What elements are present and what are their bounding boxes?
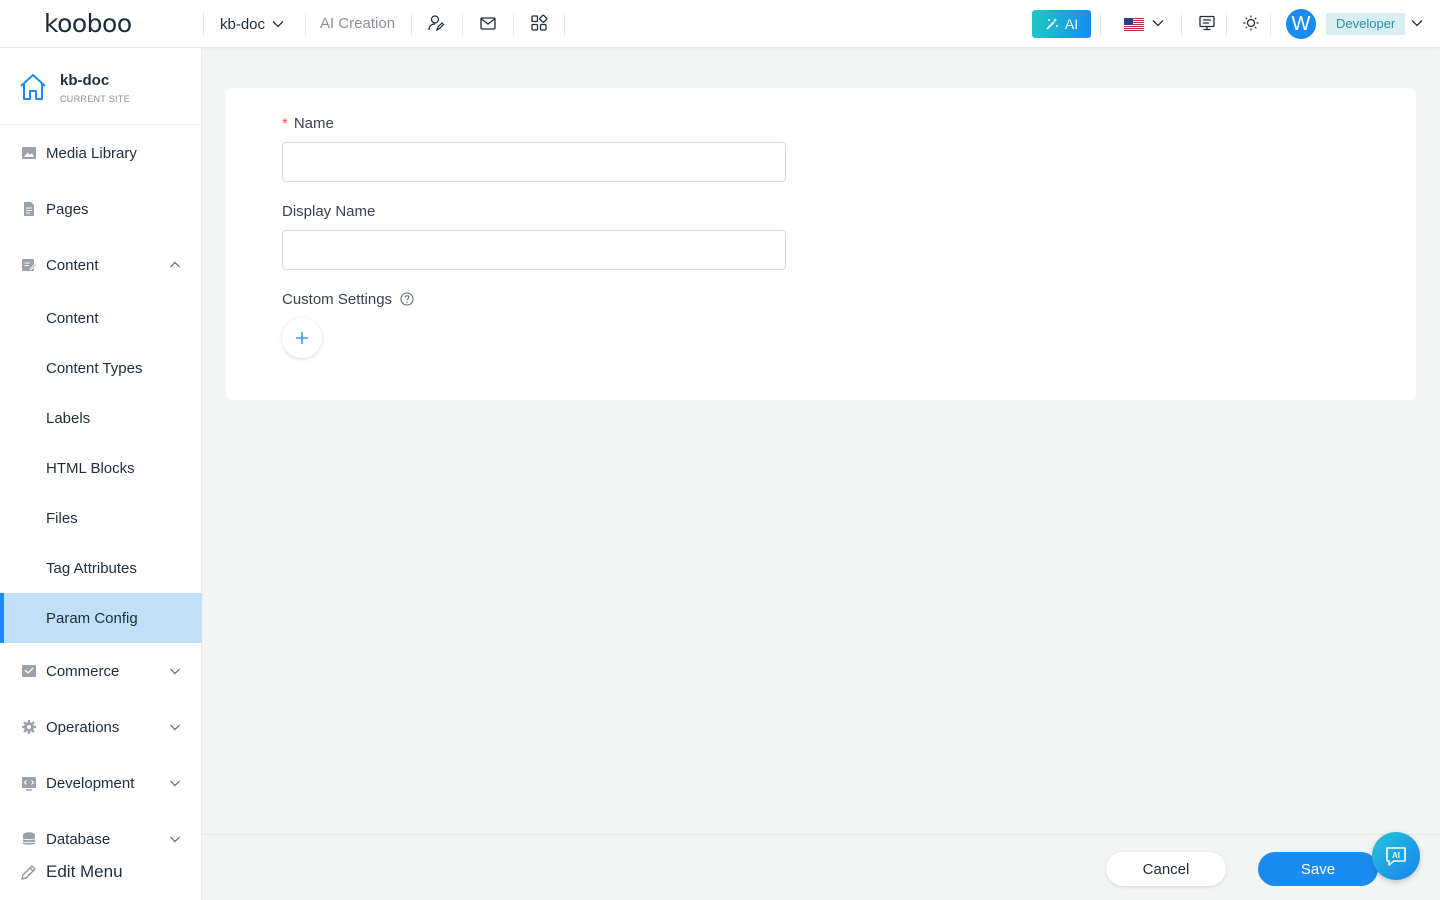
divider: [513, 14, 514, 36]
code-icon: [22, 777, 36, 791]
kooboo-logo[interactable]: kooboo: [44, 10, 132, 38]
sidebar-item-label: Media Library: [46, 144, 137, 162]
ai-button-label: AI: [1064, 16, 1079, 32]
sidebar-item-development[interactable]: Development: [0, 758, 202, 808]
sidebar-subitem-param-config[interactable]: Param Config: [0, 593, 202, 643]
site-subtitle: CURRENT SITE: [60, 94, 130, 104]
add-custom-setting-button[interactable]: [282, 318, 322, 358]
image-icon: [22, 147, 36, 159]
site-selector-label: kb-doc: [220, 15, 266, 33]
divider: [411, 14, 412, 36]
ai-assistant-chat-button[interactable]: AI: [1372, 832, 1420, 880]
divider: [305, 14, 306, 36]
name-input[interactable]: [282, 142, 786, 182]
gear-icon: [22, 720, 36, 734]
chevron-down-icon: [170, 836, 180, 843]
divider: [1270, 14, 1271, 36]
sidebar-subitem-files[interactable]: Files: [0, 493, 202, 543]
sidebar-subitem-content[interactable]: Content: [0, 293, 202, 343]
sidebar-item-label: Content: [46, 256, 99, 274]
magic-wand-icon: [1046, 18, 1058, 30]
edit-menu-button[interactable]: Edit Menu: [0, 856, 202, 888]
divider: [1100, 14, 1101, 36]
sidebar-item-label: Files: [46, 509, 78, 527]
sidebar-subitem-tag-attributes[interactable]: Tag Attributes: [0, 543, 202, 593]
role-badge[interactable]: Developer: [1326, 13, 1406, 35]
language-chevron-down-icon[interactable]: [1147, 12, 1169, 34]
display-name-input[interactable]: [282, 230, 786, 270]
param-config-form: * Name Display Name Custom Settings: [226, 88, 1416, 400]
svg-text:AI: AI: [1392, 851, 1400, 860]
chevron-down-icon: [170, 668, 180, 675]
sidebar-subitem-content-types[interactable]: Content Types: [0, 343, 202, 393]
apps-grid-icon[interactable]: [528, 12, 550, 34]
sidebar-item-operations[interactable]: Operations: [0, 702, 202, 752]
commerce-icon: [22, 665, 36, 677]
required-mark: *: [282, 115, 288, 132]
divider: [564, 14, 565, 36]
name-label: * Name: [282, 115, 334, 132]
cancel-button[interactable]: Cancel: [1106, 852, 1226, 886]
user-edit-icon[interactable]: [425, 12, 447, 34]
current-site[interactable]: kb-doc CURRENT SITE: [0, 48, 202, 125]
top-bar: kooboo kb-doc AI Creation AI W Developer: [0, 0, 1440, 48]
chevron-down-icon: [170, 724, 180, 731]
divider: [1226, 14, 1227, 36]
sidebar-item-label: Development: [46, 774, 135, 792]
sidebar-item-label: Pages: [46, 200, 89, 218]
sun-icon[interactable]: [1240, 12, 1262, 34]
sidebar-item-label: Tag Attributes: [46, 559, 137, 577]
sidebar-item-commerce[interactable]: Commerce: [0, 646, 202, 696]
content-icon: [22, 259, 37, 271]
mail-icon[interactable]: [477, 12, 499, 34]
sidebar-subitem-html-blocks[interactable]: HTML Blocks: [0, 443, 202, 493]
ai-chat-icon: AI: [1386, 847, 1406, 866]
help-icon[interactable]: [400, 292, 414, 306]
sidebar-item-label: HTML Blocks: [46, 459, 135, 477]
sidebar-item-label: Operations: [46, 718, 120, 736]
ai-button[interactable]: AI: [1032, 10, 1091, 38]
page-icon: [24, 202, 34, 216]
sidebar-item-label: Database: [46, 830, 111, 848]
pencil-icon: [21, 864, 36, 880]
sidebar-subitem-labels[interactable]: Labels: [0, 393, 202, 443]
sidebar-item-pages[interactable]: Pages: [0, 184, 202, 234]
sidebar-item-media-library[interactable]: Media Library: [0, 128, 202, 178]
edit-menu-label: Edit Menu: [46, 862, 123, 881]
site-selector[interactable]: kb-doc: [203, 12, 285, 36]
plus-icon: [296, 332, 308, 344]
divider: [1181, 14, 1182, 36]
database-icon: [22, 832, 36, 845]
site-name: kb-doc: [60, 72, 110, 89]
display-name-label: Display Name: [282, 203, 376, 220]
chevron-down-icon: [170, 780, 180, 787]
sidebar-item-label: Commerce: [46, 662, 120, 680]
sidebar-item-label: Content: [46, 309, 99, 327]
sidebar-item-label: Labels: [46, 409, 91, 427]
form-footer: Cancel Save: [202, 834, 1440, 900]
chevron-down-icon: [272, 21, 284, 28]
sidebar: kb-doc CURRENT SITE Media Library Pages …: [0, 48, 202, 900]
sidebar-item-label: Content Types: [46, 359, 143, 377]
avatar[interactable]: W: [1286, 9, 1316, 39]
chevron-up-icon: [170, 261, 180, 268]
custom-settings-label: Custom Settings: [282, 291, 414, 308]
display-icon[interactable]: [1196, 12, 1218, 34]
save-button[interactable]: Save: [1258, 852, 1378, 886]
us-flag-icon[interactable]: [1124, 18, 1144, 31]
role-chevron-down-icon[interactable]: [1406, 12, 1428, 34]
sidebar-item-label: Param Config: [46, 609, 138, 627]
home-icon: [20, 74, 46, 100]
divider: [462, 14, 463, 36]
sidebar-item-content[interactable]: Content: [0, 240, 202, 290]
ai-creation-link[interactable]: AI Creation: [320, 14, 395, 34]
